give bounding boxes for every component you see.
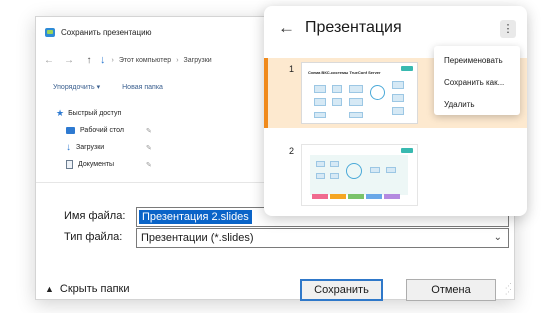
diagram-node: [332, 98, 342, 106]
download-icon: ↓: [66, 142, 71, 153]
pin-icon: ✎: [146, 127, 152, 135]
tree-item-label: Быстрый доступ: [68, 110, 122, 117]
diagram-node: [314, 98, 326, 106]
panel-title: Презентация: [305, 19, 402, 36]
diagram-node: [349, 85, 363, 93]
forward-arrow-icon[interactable]: →: [62, 55, 76, 66]
save-button[interactable]: Сохранить: [300, 279, 383, 301]
chevron-up-icon: ▲: [45, 284, 54, 294]
pin-icon: ✎: [146, 161, 152, 169]
back-arrow-icon[interactable]: ←: [278, 18, 295, 38]
diagram-server: [346, 163, 362, 179]
diagram-node: [370, 167, 380, 173]
legend-bar: [348, 194, 364, 199]
diagram-node: [316, 161, 325, 167]
desktop-icon: [66, 127, 75, 134]
tree-item-downloads[interactable]: ↓ Загрузки ✎: [36, 139, 156, 156]
diagram-server: [370, 85, 385, 100]
diagram-node: [330, 173, 339, 179]
diagram-node: [349, 112, 363, 118]
tree-item-desktop[interactable]: Рабочий стол ✎: [36, 122, 156, 139]
document-icon: [66, 160, 73, 169]
slide-tag: [401, 66, 413, 71]
filename-value[interactable]: Презентация 2.slides: [139, 210, 252, 224]
diagram-node: [392, 81, 404, 89]
tree-item-label: Загрузки: [76, 144, 105, 151]
legend-bar: [312, 194, 328, 199]
star-icon: ★: [56, 108, 65, 118]
slide-item-2[interactable]: 2: [264, 140, 527, 210]
slide-number: 2: [289, 146, 295, 156]
diagram-node: [316, 173, 325, 179]
legend-bar: [366, 194, 382, 199]
breadcrumb-this-pc[interactable]: Этот компьютер: [119, 57, 171, 64]
legend-bar: [330, 194, 346, 199]
diagram-node: [392, 94, 404, 102]
tree-item-label: Документы: [78, 161, 115, 168]
slide-tag: [401, 148, 413, 153]
tree-item-quick-access[interactable]: ★ Быстрый доступ: [36, 105, 156, 122]
back-arrow-icon[interactable]: ←: [42, 55, 56, 66]
filetype-select[interactable]: Презентации (*.slides) ⌄: [136, 228, 509, 248]
diagram-node: [314, 112, 326, 118]
diagram-node: [314, 85, 326, 93]
menu-item-save-as[interactable]: Сохранить как...: [444, 78, 504, 87]
breadcrumb-downloads[interactable]: Загрузки: [184, 57, 212, 64]
organize-button[interactable]: Упорядочить ▾: [53, 83, 100, 91]
breadcrumb-separator: ›: [111, 56, 114, 64]
filetype-label: Тип файла:: [64, 231, 123, 243]
menu-item-delete[interactable]: Удалить: [444, 100, 475, 109]
menu-item-rename[interactable]: Переименовать: [444, 56, 503, 65]
slide-thumbnail[interactable]: Схема ВКС-системы TrueConf Server: [301, 62, 418, 124]
new-folder-button[interactable]: Новая папка: [122, 84, 163, 91]
diagram-node: [330, 161, 339, 167]
diagram-node: [349, 98, 363, 106]
resize-grip-icon[interactable]: ⋰ ⋰: [505, 283, 512, 296]
pin-icon: ✎: [146, 144, 152, 152]
panel-header: ← Презентация ⋮: [264, 6, 527, 50]
cancel-button[interactable]: Отмена: [406, 279, 496, 301]
slide-number: 1: [289, 64, 295, 74]
filetype-value: Презентации (*.slides): [141, 232, 254, 244]
dialog-title: Сохранить презентацию: [61, 27, 152, 37]
tree-item-documents[interactable]: Документы ✎: [36, 156, 156, 173]
diagram-node: [392, 107, 404, 115]
up-arrow-icon[interactable]: ↑: [82, 55, 96, 66]
legend-bar: [384, 194, 400, 199]
diagram-node: [332, 85, 342, 93]
diagram-node: [386, 167, 396, 173]
chevron-down-icon: ⌄: [493, 232, 502, 243]
filename-label: Имя файла:: [64, 210, 126, 222]
hide-folders-label: Скрыть папки: [59, 283, 130, 295]
hide-folders-toggle[interactable]: ▲ Скрыть папки: [45, 283, 130, 295]
slide-thumbnail[interactable]: [301, 144, 418, 206]
context-menu: Переименовать Сохранить как... Удалить: [434, 46, 520, 115]
more-options-icon[interactable]: ⋮: [500, 20, 516, 38]
downloads-icon: ↓: [100, 54, 106, 66]
tree-item-label: Рабочий стол: [80, 127, 124, 134]
slide-thumbnail-title: Схема ВКС-системы TrueConf Server: [308, 70, 381, 75]
breadcrumb-separator: ›: [176, 56, 179, 64]
app-icon: [45, 27, 55, 37]
